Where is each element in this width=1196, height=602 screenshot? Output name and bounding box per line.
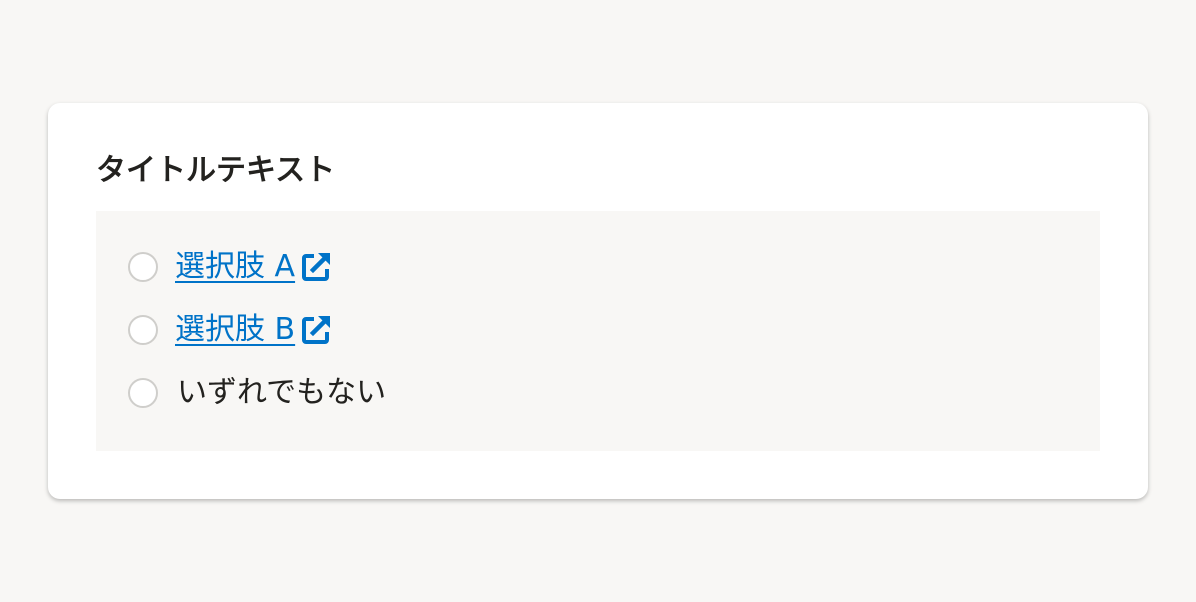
option-b-link[interactable]: 選択肢 B bbox=[175, 310, 333, 350]
external-link-icon bbox=[302, 316, 331, 344]
radio-group-card: タイトルテキスト 選択肢 A 選択肢 B いずれでもない bbox=[48, 103, 1148, 499]
option-row-b: 選択肢 B bbox=[128, 310, 1068, 350]
external-link-icon bbox=[302, 253, 331, 281]
option-a-label: 選択肢 A bbox=[175, 249, 296, 284]
radio-option-a[interactable] bbox=[128, 252, 158, 282]
radio-option-none[interactable] bbox=[128, 378, 158, 408]
option-none-label[interactable]: いずれでもない bbox=[177, 373, 386, 413]
options-panel: 選択肢 A 選択肢 B いずれでもない bbox=[96, 211, 1100, 451]
card-title: タイトルテキスト bbox=[96, 153, 336, 188]
option-row-none: いずれでもない bbox=[128, 373, 1068, 413]
option-row-a: 選択肢 A bbox=[128, 247, 1068, 287]
option-b-label: 選択肢 B bbox=[175, 312, 296, 347]
radio-option-b[interactable] bbox=[128, 315, 158, 345]
option-a-link[interactable]: 選択肢 A bbox=[175, 247, 333, 287]
